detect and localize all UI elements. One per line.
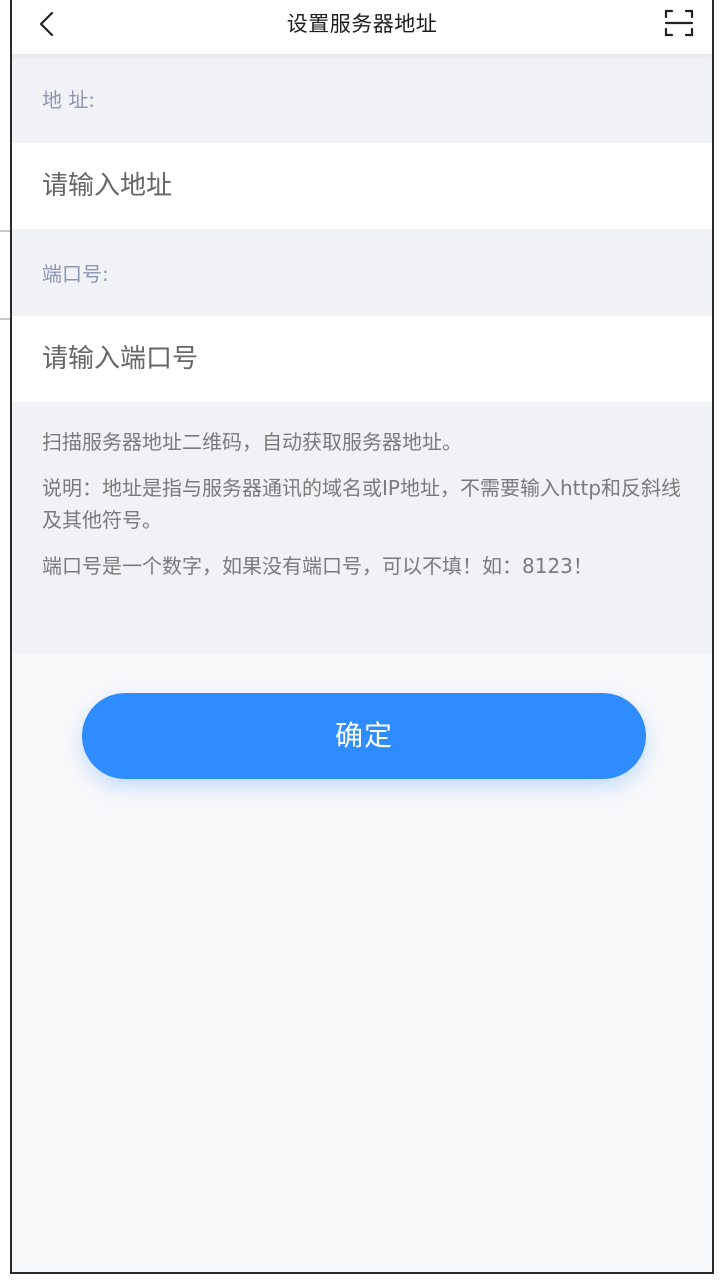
page-title: 设置服务器地址 [286,12,438,36]
port-row [12,316,712,402]
address-label: 地 址: [12,54,712,143]
scan-icon [664,9,694,37]
edge-divider [0,230,10,232]
scan-hint-text: 扫描服务器地址二维码，自动获取服务器地址。 [42,430,462,454]
app-screen: 设置服务器地址 地 址: 端口号: [0,0,720,1280]
port-label: 端口号: [12,229,712,316]
scan-button[interactable] [662,6,696,40]
port-input[interactable] [42,316,682,402]
confirm-button[interactable]: 确定 [82,693,646,779]
address-explanation-text: 说明：地址是指与服务器通讯的域名或IP地址，不需要输入http和反斜线及其他符号… [42,476,682,532]
edge-divider [0,318,10,320]
phone-frame: 设置服务器地址 地 址: 端口号: [10,0,714,1274]
address-row [12,143,712,229]
port-explanation-text: 端口号是一个数字，如果没有端口号，可以不填！如：8123！ [42,554,593,578]
address-input[interactable] [42,143,682,229]
help-notes: 扫描服务器地址二维码，自动获取服务器地址。 说明：地址是指与服务器通讯的域名或I… [12,402,712,654]
top-bar: 设置服务器地址 [12,0,712,54]
